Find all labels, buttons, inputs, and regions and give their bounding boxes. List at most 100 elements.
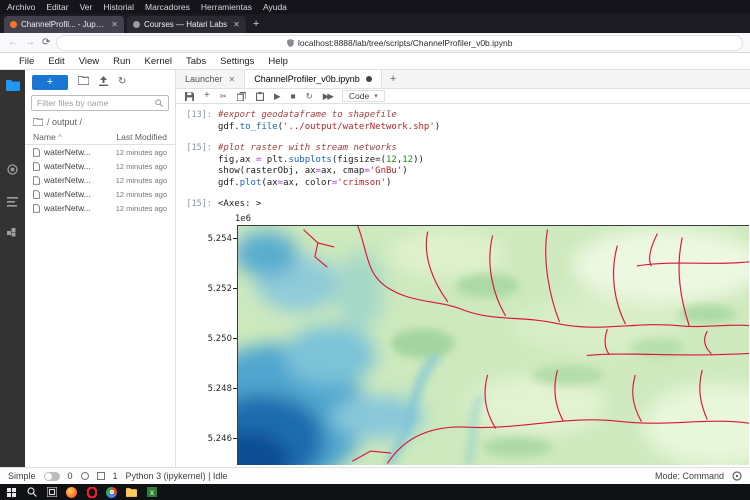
insert-cell-icon[interactable]: + [204,92,210,100]
menu-historial[interactable]: Historial [103,2,134,12]
cut-cell-icon[interactable]: ✂ [220,92,227,100]
firefox-icon[interactable] [66,487,77,498]
file-icon [33,148,40,157]
cell-code[interactable]: #plot raster with stream networks fig,ax… [218,143,750,189]
notebook-cells[interactable]: [13]:#export geodataframe to shapefile g… [176,104,750,467]
file-row[interactable]: waterNetw...12 minutes ago [25,173,175,187]
extension-manager-icon[interactable] [7,226,18,244]
raster-map [237,225,749,465]
url-text: localhost:8888/lab/tree/scripts/ChannelP… [298,38,513,48]
jupyterlab-menubar: File Edit View Run Kernel Tabs Settings … [0,53,750,70]
jl-menu-run[interactable]: Run [106,56,137,67]
back-icon[interactable]: ← [8,37,18,48]
jl-menu-file[interactable]: File [12,56,41,67]
close-icon[interactable]: ✕ [229,75,236,84]
new-tab-button[interactable]: + [253,18,259,30]
notebook-cell[interactable]: [15]:<Axes: > [176,199,750,211]
address-bar[interactable]: localhost:8888/lab/tree/scripts/ChannelP… [57,36,742,50]
file-browser-toolbar: + ↻ [25,70,175,94]
breadcrumb[interactable]: / output / [25,114,175,130]
notebook-cell[interactable]: [15]:#plot raster with stream networks f… [176,143,750,189]
ytick-label: 5.252 [204,284,232,294]
new-launcher-button[interactable]: + [32,75,68,90]
run-cell-icon[interactable]: ▶ [274,92,281,100]
windows-taskbar: x [0,484,750,500]
notebook-tab-label: ChannelProfiler_v0b.ipynb [254,74,360,84]
copy-cell-icon[interactable] [237,92,246,101]
ytick-mark [233,288,237,289]
tab-close-icon[interactable]: ✕ [109,20,118,29]
kernel-status[interactable]: Python 3 (ipykernel) | Idle [126,471,228,481]
notification-bell-icon[interactable] [732,471,742,481]
opera-icon[interactable] [86,487,97,498]
jl-menu-help[interactable]: Help [261,56,295,67]
tab-close-icon[interactable]: ✕ [231,20,240,29]
column-name-label: Name [33,132,56,142]
paste-cell-icon[interactable] [256,92,264,101]
reload-icon[interactable]: ⟳ [42,37,50,48]
chrome-icon[interactable] [106,487,117,498]
jl-menu-settings[interactable]: Settings [213,56,261,67]
jl-menu-view[interactable]: View [72,56,106,67]
upload-icon[interactable] [99,76,108,89]
terminal-count: 0 [68,471,73,481]
file-browser-icon[interactable] [6,78,20,96]
column-modified-label[interactable]: Last Modified [116,132,167,142]
menu-marcadores[interactable]: Marcadores [145,2,190,12]
jl-menu-tabs[interactable]: Tabs [179,56,213,67]
file-name: waterNetw... [44,161,112,171]
matplotlib-figure: 1e6 5.254 5.252 5.250 5.248 5.246 [237,225,750,465]
code-editor-icon[interactable]: x [146,487,157,498]
file-row[interactable]: waterNetw...12 minutes ago [25,159,175,173]
start-button[interactable] [6,487,17,498]
jl-menu-edit[interactable]: Edit [41,56,71,67]
file-icon [33,176,40,185]
menu-herramientas[interactable]: Herramientas [201,2,252,12]
browser-navbar: ← → ⟳ localhost:8888/lab/tree/scripts/Ch… [0,33,750,53]
file-row[interactable]: waterNetw...12 minutes ago [25,145,175,159]
browser-menubar: Archivo Editar Ver Historial Marcadores … [0,0,750,14]
command-mode-indicator: Mode: Command [655,471,724,481]
forward-icon[interactable]: → [25,37,35,48]
chevron-down-icon: ▾ [374,92,378,100]
tab-notebook[interactable]: ChannelProfiler_v0b.ipynb [245,70,382,88]
running-sessions-icon[interactable] [7,162,18,180]
ytick-label: 5.246 [204,434,232,444]
file-filter-box[interactable] [31,95,169,111]
file-row[interactable]: waterNetw...12 minutes ago [25,201,175,215]
cell-code[interactable]: #export geodataframe to shapefile gdf.to… [218,110,750,133]
menu-ayuda[interactable]: Ayuda [263,2,287,12]
taskbar-search-icon[interactable] [26,487,37,498]
new-folder-icon[interactable] [78,76,89,88]
file-name: waterNetw... [44,189,112,199]
terminal-sessions-icon[interactable] [97,472,105,480]
file-modified: 12 minutes ago [116,148,167,157]
menu-editar[interactable]: Editar [46,2,68,12]
refresh-icon[interactable]: ↻ [118,77,126,87]
jl-menu-kernel[interactable]: Kernel [138,56,179,67]
menu-archivo[interactable]: Archivo [7,2,35,12]
simple-mode-toggle[interactable] [44,472,60,481]
file-modified: 12 minutes ago [116,204,167,213]
file-filter-input[interactable] [37,98,155,108]
cell-type-dropdown[interactable]: Code ▾ [342,90,385,102]
restart-run-all-icon[interactable]: ▶▶ [323,92,332,100]
add-tab-button[interactable]: + [382,70,404,88]
interrupt-kernel-icon[interactable]: ■ [291,92,296,100]
save-icon[interactable] [185,92,194,101]
browser-tab-hatari[interactable]: Courses — Hatari Labs ✕ [127,16,246,33]
cell-prompt: [13]: [176,110,218,133]
browser-tab-jupyterlab[interactable]: ChannelProfil... - JupyterLab ✕ [4,16,124,33]
notebook-cell[interactable]: [13]:#export geodataframe to shapefile g… [176,110,750,133]
task-view-icon[interactable] [46,487,57,498]
file-explorer-icon[interactable] [126,487,137,498]
kernel-sessions-icon[interactable] [81,472,89,480]
file-modified: 12 minutes ago [116,176,167,185]
file-row[interactable]: waterNetw...12 minutes ago [25,187,175,201]
restart-kernel-icon[interactable]: ↻ [306,92,313,100]
menu-ver[interactable]: Ver [80,2,93,12]
site-favicon-icon [133,21,140,28]
tab-launcher[interactable]: Launcher ✕ [176,70,245,88]
table-of-contents-icon[interactable] [7,194,18,212]
sort-by-name[interactable]: Name ^ [33,132,116,142]
